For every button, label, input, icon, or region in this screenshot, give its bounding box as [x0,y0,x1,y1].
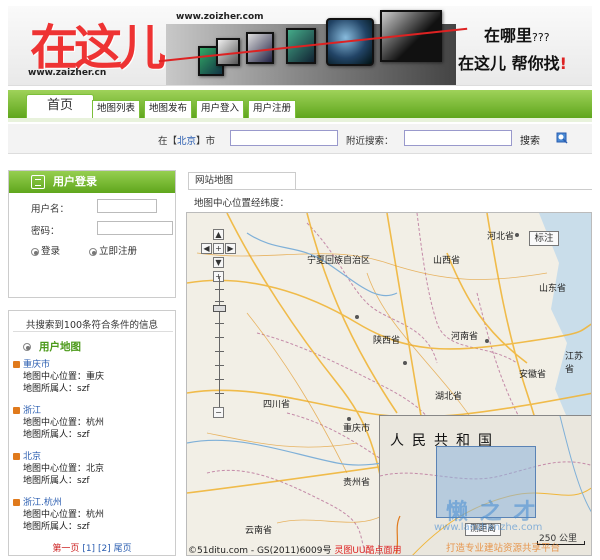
map-credit-link[interactable]: 灵图UU酷点面用 [334,546,401,556]
user-map-heading: 用户地图 [23,339,81,354]
pan-down-icon[interactable]: ▼ [213,257,224,268]
map-label-jiangsu: 江苏省 [565,352,584,375]
result-center: 地图中心位置：北京 [23,464,105,474]
password-label: 密码： [31,226,60,237]
username-label: 用户名： [31,204,70,215]
pan-left-icon[interactable]: ◀ [201,243,212,254]
pagination: 第一页 [1] [2] 尾页 [9,541,175,554]
result-center: 地图中心位置：重庆 [23,372,105,382]
banner-tagline-2: 在这儿 帮你找! [458,54,567,73]
city-label: 在【北京】市 [158,136,216,147]
map-label-sichuan: 四川省 [263,400,291,410]
register-radio-icon [89,247,97,256]
pan-center-icon[interactable]: + [213,243,224,254]
zoom-slider-track[interactable] [219,277,220,407]
user-map-bullet-icon [23,343,31,351]
zoom-tick [215,393,224,394]
login-panel: 用户登录 用户名： 密码： 登录 立即注册 [8,170,176,298]
result-center: 地图中心位置：杭州 [23,418,105,428]
list-item: 北京 地图中心位置：北京 地图所属人：szf [13,451,173,487]
password-field[interactable] [97,221,173,235]
zoom-tick [215,289,224,290]
zoom-tick [215,301,224,302]
result-center: 地图中心位置：杭州 [23,510,105,520]
list-item: 浙江.杭州 地图中心位置：杭州 地图所属人：szf [13,497,173,533]
zoom-tick [215,337,224,338]
login-option[interactable]: 登录 [31,243,60,257]
result-title-link[interactable]: 重庆市 [13,359,173,371]
results-summary: 共搜索到100条符合条件的信息 [25,320,159,331]
map-label-yunnan: 云南省 [245,526,273,536]
nav-shadow [8,118,592,122]
login-form-icon [31,175,45,189]
nav-tab-map-publish[interactable]: 地图发布 [144,100,193,118]
nav-tab-user-login[interactable]: 用户登入 [196,100,245,118]
banner-tagline-1: 在哪里??? [484,26,550,45]
result-owner: 地图所属人：szf [23,430,90,440]
pager-page-2[interactable]: [2] [98,544,111,554]
zoom-tick [215,351,224,352]
nearby-search-label: 附近搜索： [346,136,394,147]
map-credit: ©51ditu.com - GS(2011)6009号 灵图UU酷点面用 [188,546,402,556]
pager-last-link[interactable]: 尾页 [114,544,132,554]
search-button[interactable]: 搜索 [520,132,540,147]
city-search-input[interactable] [230,130,338,146]
site-banner: 在这儿 www.zaizher.cn www.zoizher.com 在哪里??… [8,6,592,86]
search-icon[interactable] [556,132,568,144]
pan-right-icon[interactable]: ▶ [225,243,236,254]
nav-tab-user-register[interactable]: 用户注册 [248,100,297,118]
login-panel-title: 用户登录 [53,175,97,188]
pager-page-1[interactable]: [1] [82,544,95,554]
map-center-coord-label: 地图中心位置经纬度： [194,198,290,209]
results-divider [13,331,173,332]
list-item: 重庆市 地图中心位置：重庆 地图所属人：szf [13,359,173,395]
watermark-slogan: 打造专业建站资源共享平台 [446,543,561,554]
results-panel: 共搜索到100条符合条件的信息 用户地图 重庆市 地图中心位置：重庆 地图所属人… [8,310,176,556]
tab-site-map[interactable]: 网站地图 [188,172,296,190]
list-item: 浙江 地图中心位置：杭州 地图所属人：szf [13,405,173,441]
map-label-henan: 河南省 [451,332,479,342]
pager-first-link[interactable]: 第一页 [52,544,79,554]
map-label-hebei: 河北省 [487,232,515,242]
banner-url-text: www.zoizher.com [176,12,264,22]
zoom-tick [215,323,224,324]
result-title-link[interactable]: 北京 [13,451,173,463]
result-title-link[interactable]: 浙江 [13,405,173,417]
map-label-anhui: 安徽省 [519,370,547,380]
logo-url-text: www.zaizher.cn [28,68,107,78]
map-label-shanxi: 山西省 [433,256,461,266]
register-option[interactable]: 立即注册 [89,243,137,257]
annotate-button[interactable]: 标注 [529,231,559,246]
result-owner: 地图所属人：szf [23,384,90,394]
pan-up-icon[interactable]: ▲ [213,229,224,240]
nav-tab-home[interactable]: 首页 [26,94,94,118]
map-label-ningxia: 宁夏回族自治区 [307,256,371,266]
map-label-shandong: 山东省 [539,284,567,294]
login-panel-header: 用户登录 [9,171,175,193]
nearby-search-input[interactable] [404,130,512,146]
zoom-out-icon[interactable]: − [213,407,224,418]
map-label-chongqing: 重庆市 [343,424,371,434]
result-owner: 地图所属人：szf [23,522,90,532]
map-label-shaanxi: 陕西省 [373,336,401,346]
watermark-url: www.lanzhanzhe.com [434,522,543,533]
map-label-hubei: 湖北省 [435,392,463,402]
result-owner: 地图所属人：szf [23,476,90,486]
result-title-link[interactable]: 浙江.杭州 [13,497,173,509]
nav-tab-map-list[interactable]: 地图列表 [92,100,141,118]
zoom-tick [215,379,224,380]
zoom-tick [215,365,224,366]
map-label-guizhou: 贵州省 [343,478,371,488]
map-tab-strip [188,189,592,190]
search-bar: 在【北京】市 附近搜索： 搜索 [8,124,592,154]
main-nav: 首页 地图列表 地图发布 用户登入 用户注册 [8,90,592,118]
username-field[interactable] [97,199,157,213]
zoom-slider-handle[interactable] [213,305,226,312]
city-link[interactable]: 北京 [177,136,196,147]
login-radio-icon [31,247,39,256]
